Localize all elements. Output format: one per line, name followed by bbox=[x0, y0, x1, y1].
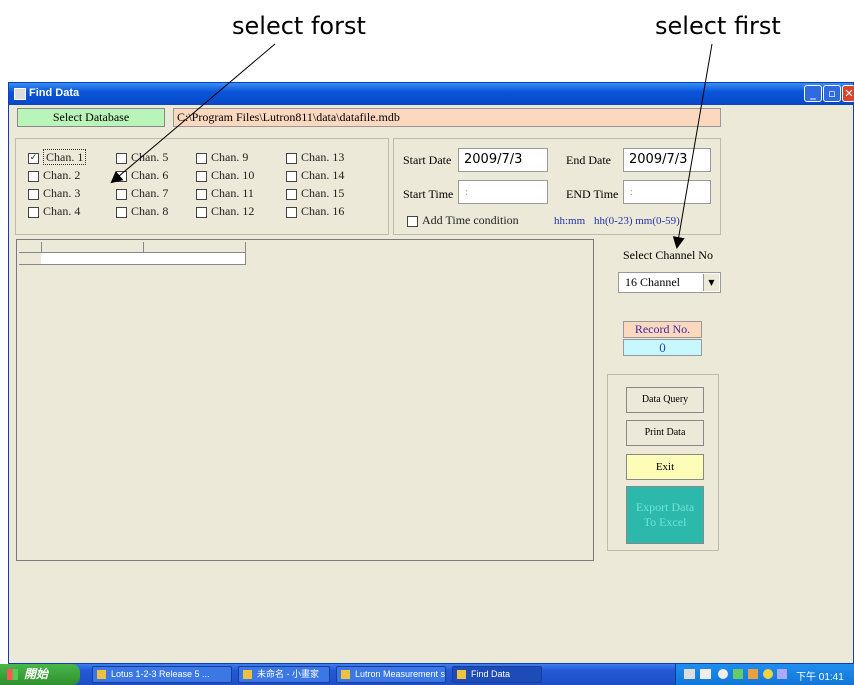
annotation-arrows bbox=[110, 43, 713, 249]
start-label: 開始 bbox=[24, 667, 49, 681]
task-paint-label: 未命名 - 小畫家 bbox=[257, 669, 319, 679]
volume-icon[interactable] bbox=[718, 669, 728, 679]
system-tray: 下午 01:41 bbox=[675, 664, 854, 685]
start-button[interactable]: 開始 bbox=[0, 664, 80, 685]
task-lutron-label: Lutron Measurement s... bbox=[355, 669, 446, 679]
task-lutron[interactable]: Lutron Measurement s... bbox=[336, 666, 446, 683]
network-icon[interactable] bbox=[733, 669, 743, 679]
display-icon[interactable] bbox=[777, 669, 787, 679]
paint-icon bbox=[243, 670, 252, 679]
arrow-right bbox=[672, 43, 713, 249]
security-icon[interactable] bbox=[763, 669, 773, 679]
windows-logo-icon bbox=[7, 669, 18, 680]
taskbar: 開始 Lotus 1-2-3 Release 5 ... 未命名 - 小畫家 L… bbox=[0, 664, 854, 685]
find-data-icon bbox=[457, 670, 466, 679]
keyboard-icon[interactable] bbox=[684, 669, 695, 679]
lotus-icon bbox=[97, 670, 106, 679]
task-find-data[interactable]: Find Data bbox=[452, 666, 542, 683]
arrow-left bbox=[110, 43, 276, 184]
help-icon[interactable] bbox=[700, 669, 711, 679]
task-find-data-label: Find Data bbox=[471, 669, 511, 679]
task-paint[interactable]: 未命名 - 小畫家 bbox=[238, 666, 330, 683]
tray-app-icon[interactable] bbox=[748, 669, 758, 679]
task-lotus-label: Lotus 1-2-3 Release 5 ... bbox=[111, 669, 210, 679]
clock: 下午 01:41 bbox=[796, 672, 844, 683]
lutron-icon bbox=[341, 670, 350, 679]
task-lotus[interactable]: Lotus 1-2-3 Release 5 ... bbox=[92, 666, 232, 683]
